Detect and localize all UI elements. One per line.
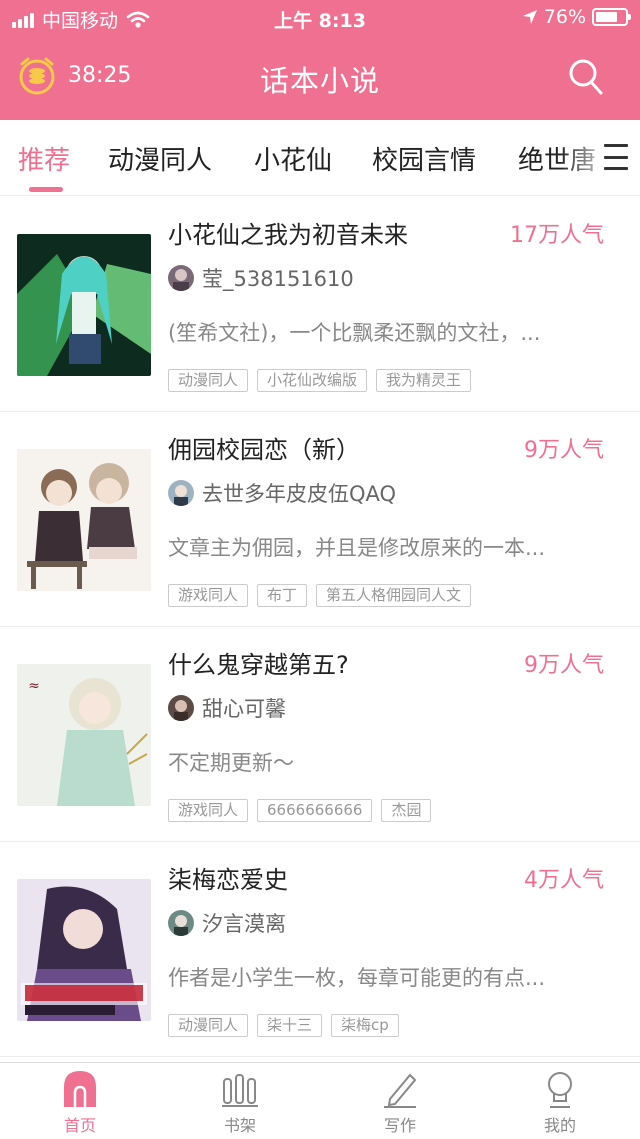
nav-label: 书架 [223,1116,256,1135]
bottom-tab-bar: 首页 书架 写作 我的 [0,1062,640,1139]
nav-label: 首页 [63,1116,96,1135]
book-item[interactable]: 柒梅恋爱史 4万人气 汐言漠离 作者是小学生一枚，每章可能更的有点... 动漫同… [0,842,640,1057]
popularity-count: 9万人气 [524,438,604,463]
avatar [168,265,194,291]
book-description: 不定期更新～ [168,751,294,775]
tag[interactable]: 动漫同人 [168,1014,249,1037]
profile-icon [548,1072,572,1108]
nav-profile[interactable]: 我的 [510,1069,610,1136]
tag[interactable]: 柒十三 [257,1014,323,1037]
popularity-count: 17万人气 [510,223,604,248]
tag[interactable]: 我为精灵王 [376,369,472,392]
tab-campus-romance[interactable]: 校园言情 [372,140,476,177]
nav-label: 我的 [543,1116,576,1135]
home-icon [64,1071,96,1107]
book-title: 柒梅恋爱史 [168,866,288,894]
popularity-count: 9万人气 [524,653,604,678]
nav-write[interactable]: 写作 [350,1069,450,1136]
nav-label: 写作 [383,1116,416,1135]
tag[interactable]: 布丁 [257,584,308,607]
category-tabs: 推荐 动漫同人 小花仙 校园言情 绝世唐 [0,120,640,196]
book-description: 文章主为佣园，并且是修改原来的一本... [168,536,546,560]
tag[interactable]: 第五人格佣园同人文 [316,584,472,607]
book-title: 小花仙之我为初音未来 [168,221,408,249]
book-list: 小花仙之我为初音未来 17万人气 莹_538151610 (笙希文社)，一个比飘… [0,197,640,1057]
avatar [168,480,194,506]
tag[interactable]: 游戏同人 [168,799,249,822]
active-tab-indicator [29,187,63,192]
book-item[interactable]: 小花仙之我为初音未来 17万人气 莹_538151610 (笙希文社)，一个比飘… [0,197,640,412]
book-cover-image: ≈ [17,664,151,806]
book-title: 佣园校园恋（新） [168,436,360,464]
book-cover-image [17,449,151,591]
tag[interactable]: 小花仙改编版 [257,369,368,392]
tag[interactable]: 6666666666 [257,799,373,822]
avatar [168,910,194,936]
app-header: 中国移动 上午 8:13 76% 38:25 话本小说 [0,0,640,120]
write-icon [384,1073,417,1108]
book-description: (笙希文社)，一个比飘柔还飘的文社，... [168,321,541,345]
popularity-count: 4万人气 [524,868,604,893]
tag[interactable]: 杰园 [381,799,432,822]
tag[interactable]: 动漫同人 [168,369,249,392]
location-arrow-icon [522,10,537,24]
tab-fade [560,120,640,192]
menu-icon[interactable] [604,144,628,170]
nav-home[interactable]: 首页 [30,1069,130,1136]
author-name: 去世多年皮皮伍QAQ [202,482,397,506]
tab-recommend[interactable]: 推荐 [18,140,70,177]
search-icon [569,59,603,95]
bookshelf-icon [222,1074,258,1107]
tag[interactable]: 游戏同人 [168,584,249,607]
search-button[interactable] [568,58,604,96]
author-name: 甜心可馨 [202,697,286,721]
svg-text:≈: ≈ [28,678,40,694]
nav-bookshelf[interactable]: 书架 [190,1069,290,1136]
book-title: 什么鬼穿越第五? [168,651,349,679]
tab-anime-fanfic[interactable]: 动漫同人 [108,140,212,177]
book-description: 作者是小学生一枚，每章可能更的有点... [168,966,546,990]
avatar [168,695,194,721]
tag[interactable]: 柒梅cp [331,1014,399,1037]
book-item[interactable]: 佣园校园恋（新） 9万人气 去世多年皮皮伍QAQ 文章主为佣园，并且是修改原来的… [0,412,640,627]
book-cover-image [17,234,151,376]
status-bar: 中国移动 上午 8:13 76% [0,0,640,36]
tab-xiaohuaxian[interactable]: 小花仙 [254,140,332,177]
app-title: 话本小说 [259,64,380,98]
book-item[interactable]: ≈ 什么鬼穿越第五? 9万人气 甜心可馨 不定期更新～ 游戏同人 6666666… [0,627,640,842]
author-name: 汐言漠离 [202,912,286,936]
battery-percent: 76% [543,6,586,28]
author-name: 莹_538151610 [202,267,354,291]
battery-icon [592,8,631,26]
book-cover-image [17,879,151,1021]
